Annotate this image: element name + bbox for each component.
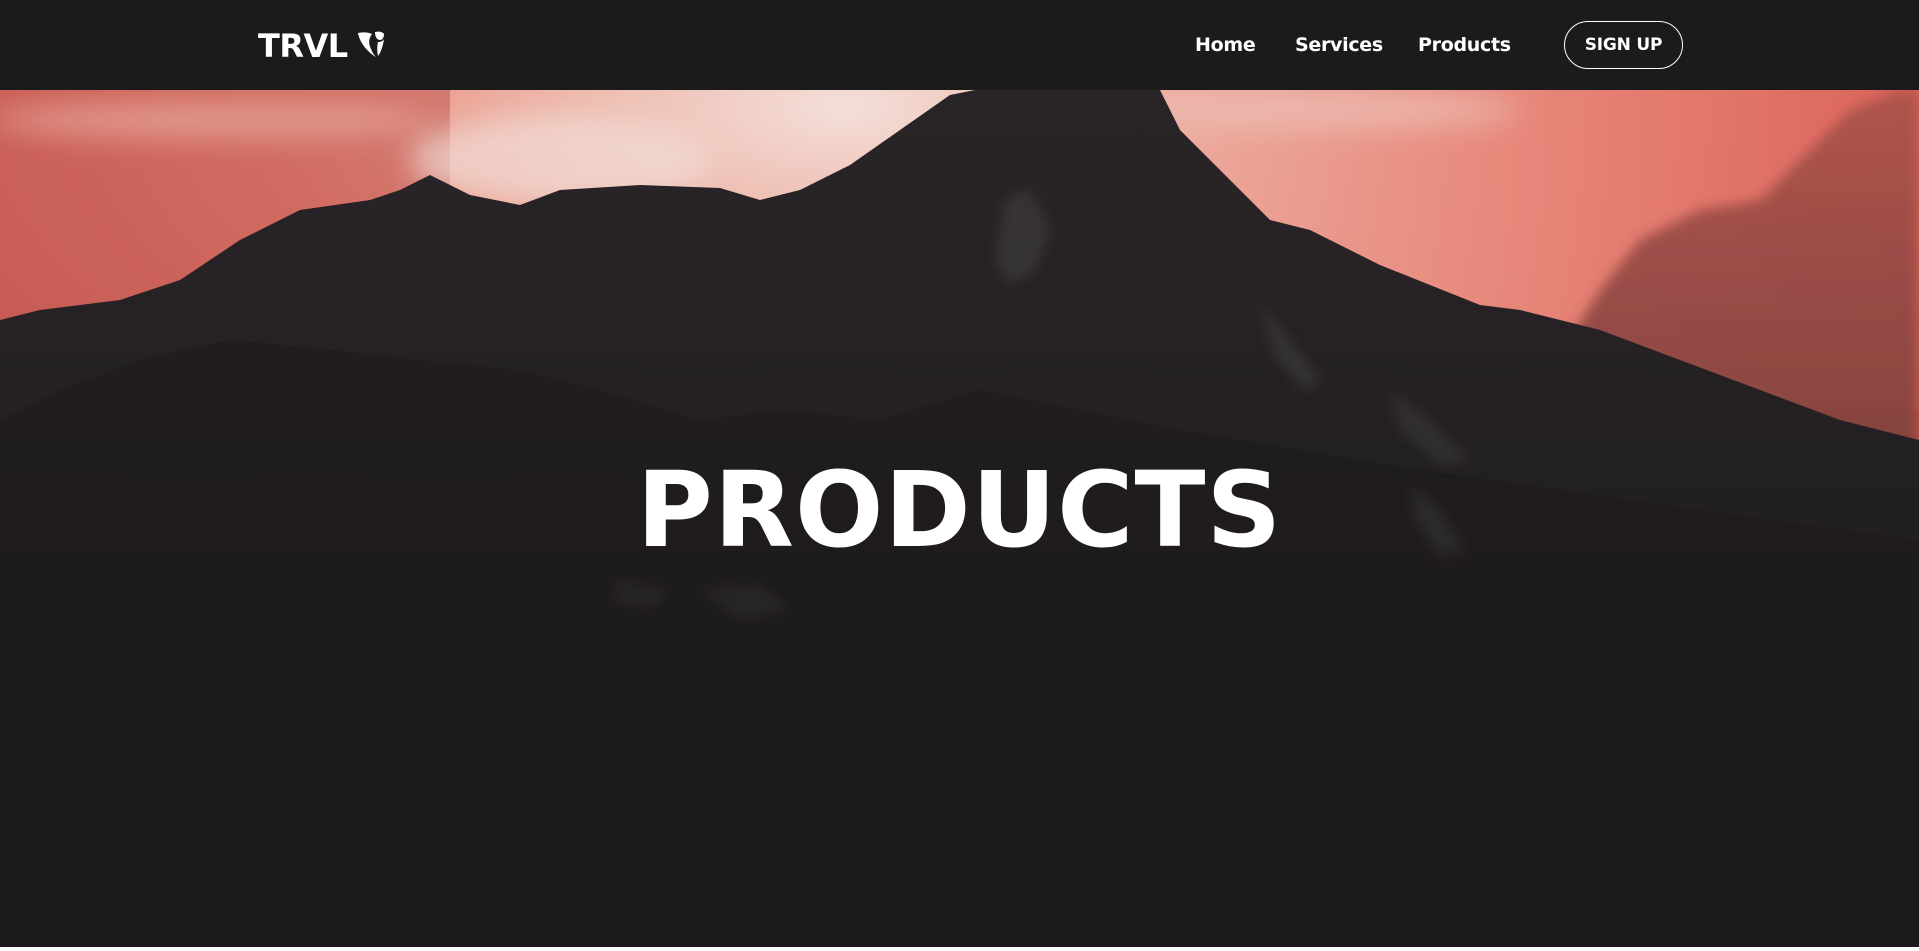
nav-link-home[interactable]: Home [1195,31,1256,59]
signup-button[interactable]: SIGN UP [1564,21,1683,69]
typo3-shield-icon [357,31,384,57]
hero-title: PRODUCTS [636,449,1283,571]
page-bottom-edge [0,947,1919,951]
logo-text: TRVL [258,27,348,65]
hero-section: PRODUCTS [0,90,1919,947]
logo-link[interactable]: TRVL [258,26,386,66]
nav-link-services[interactable]: Services [1295,31,1383,59]
nav-link-products[interactable]: Products [1418,31,1511,59]
top-navbar: TRVL Home Services Products SIGN UP [0,0,1919,90]
